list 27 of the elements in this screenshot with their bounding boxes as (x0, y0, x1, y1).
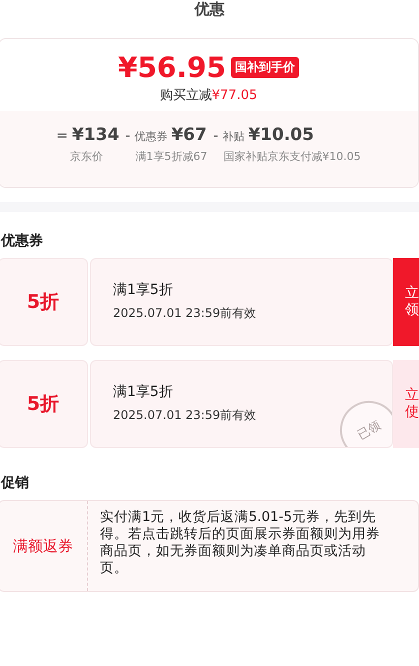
coupon-validity: 2025.07.01 23:59前有效 (113, 407, 258, 424)
operator-sign: = (56, 128, 68, 144)
coupon-button[interactable]: 立 领 (393, 258, 419, 346)
promotion-text: 实付满1元，收货后返满5.01-5元券，先到先得。若点击跳转后的页面展示券面额则为用券商品页，如无券面额则为凑单商品页或活动页。 (99, 508, 381, 578)
final-price: ¥56.95 (118, 51, 226, 84)
price-tag: 国补到手价 (231, 57, 300, 78)
operator-sign: - (125, 128, 130, 144)
promotion-tag: 满额返券 (0, 501, 88, 591)
coupon-condition: 满1享5折 (113, 281, 174, 299)
breakdown-amount: ¥10.05 (248, 125, 314, 145)
breakdown-note: 满1享5折减67 (134, 149, 208, 164)
breakdown-label: 优惠券 (134, 129, 168, 144)
page-title: 优惠 (193, 0, 226, 18)
operator-sign: - (213, 128, 218, 144)
coupon-condition: 满1享5折 (113, 383, 174, 401)
breakdown-note: 国家补贴京东支付减¥10.05 (222, 149, 361, 164)
coupon-value: 5折 (26, 392, 60, 417)
section-heading: 优惠券 (1, 232, 44, 250)
coupon-button[interactable]: 立 使 (393, 360, 419, 448)
breakdown-amount: ¥134 (72, 125, 120, 145)
breakdown-label: 补贴 (222, 129, 244, 144)
saving-text: 购买立减¥77.05 (160, 87, 258, 104)
coupon-value: 5折 (26, 290, 60, 315)
coupon-validity: 2025.07.01 23:59前有效 (113, 305, 258, 322)
section-heading: 促销 (1, 474, 30, 492)
breakdown-note: 京东价 (69, 149, 104, 164)
breakdown-amount: ¥67 (171, 125, 207, 145)
